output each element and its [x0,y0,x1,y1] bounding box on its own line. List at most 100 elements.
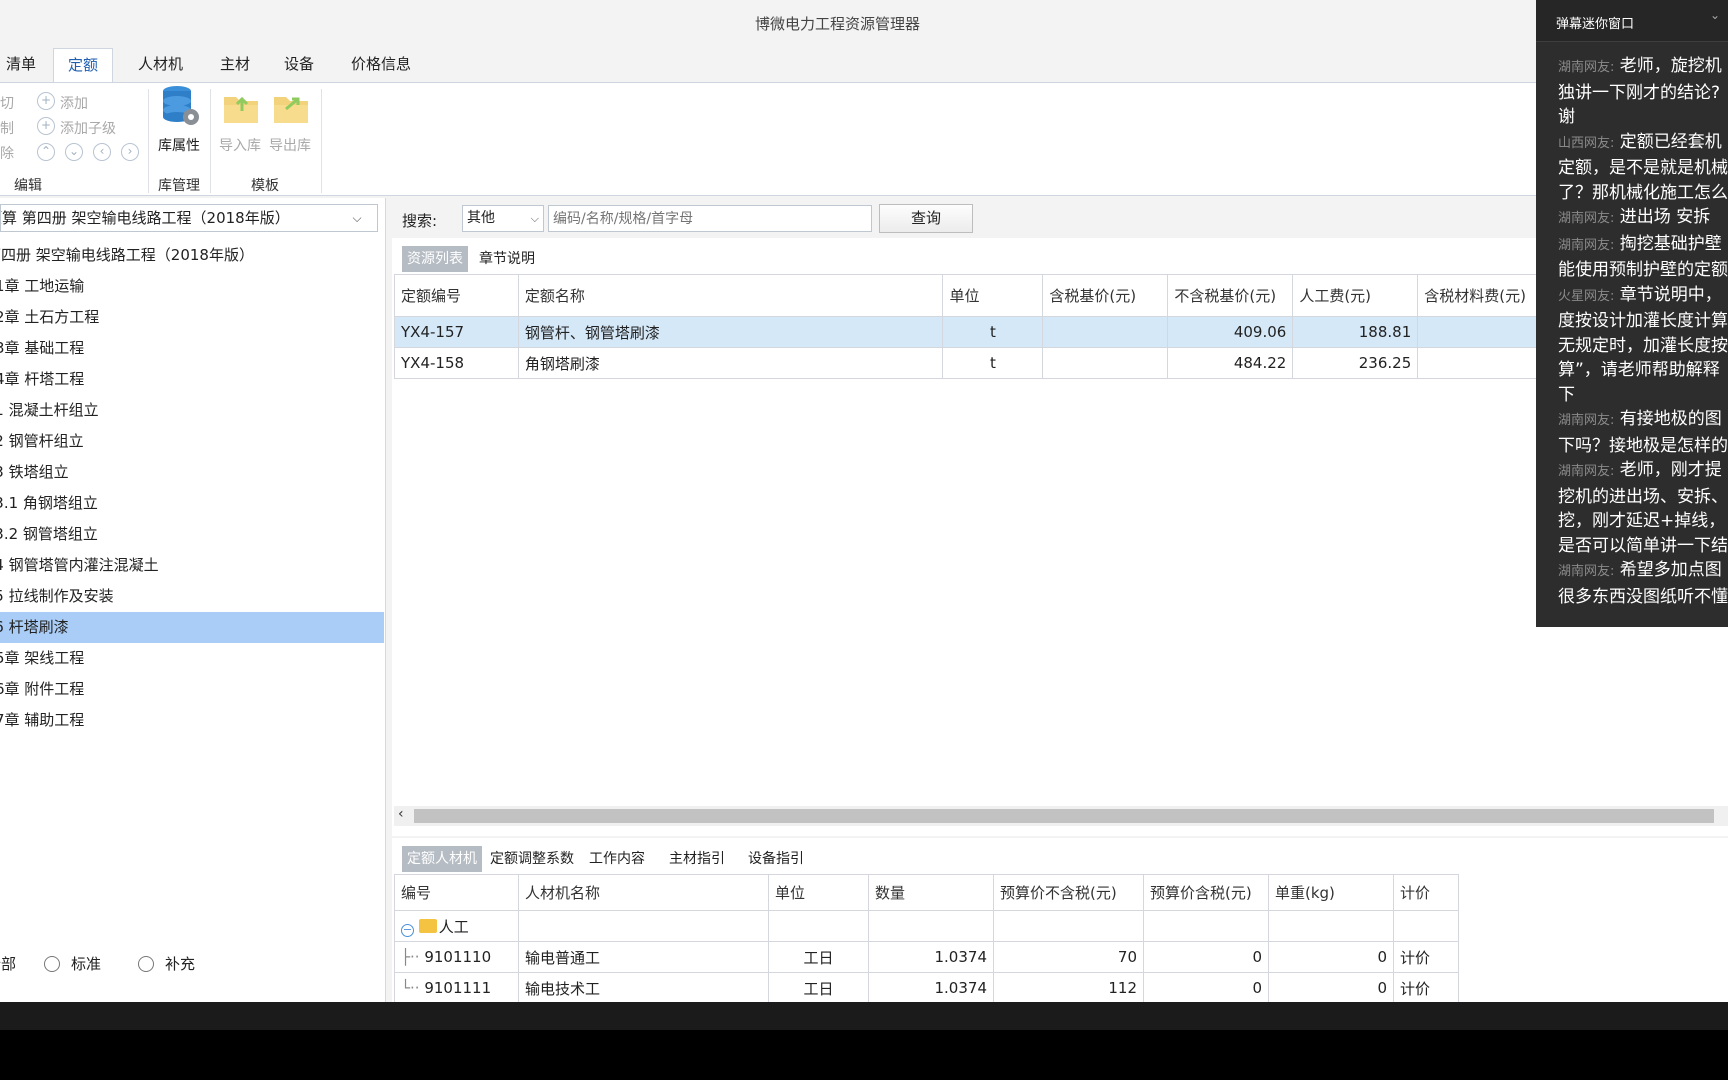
radio-supplement[interactable] [138,956,154,972]
move-right-icon[interactable]: › [121,143,139,161]
move-left-icon[interactable]: ‹ [93,143,111,161]
table-cell: t [942,347,1044,379]
column-header[interactable]: 编号 [394,874,519,911]
import-folder-icon[interactable] [222,89,262,125]
left-panel: 预算 第四册 架空输电线路工程（2018年版） ⌵ 第四册 架空输电线路工程（2… [0,198,386,1002]
tab-resource-list[interactable]: 资源列表 [402,246,468,272]
import-library-button[interactable]: 导入库 [219,135,261,155]
search-input[interactable] [548,205,872,232]
tree-item[interactable]: 第5章 架线工程 [0,643,384,674]
column-header[interactable]: 单位 [768,874,869,911]
chat-message: 湖南网友: 掏挖基础护壁 能使用预制护壁的定额 [1558,232,1728,283]
scroll-left-icon[interactable]: ‹ [398,806,404,822]
ribbon-tab-bar: 清单 定额 人材机 主材 设备 价格信息 [0,46,1728,82]
chat-line: 能使用预制护壁的定额 [1558,258,1728,283]
tree-item[interactable]: 4.4 钢管塔管内灌注混凝土 [0,550,384,581]
tree-item[interactable]: 第3章 基础工程 [0,333,384,364]
table-cell: 70 [993,941,1144,973]
tab-list[interactable]: 清单 [0,48,50,82]
tab-chapter-notes[interactable]: 章节说明 [474,246,540,272]
table-row[interactable]: └·· 9101111 输电技术工 工日 1.0374 112 0 0 计价 [394,972,1459,1002]
column-header[interactable]: 人工费(元) [1292,274,1419,317]
column-header[interactable]: 计价 [1393,874,1459,911]
group-label-edit: 编辑 [14,178,42,194]
table-cell: YX4-158 [394,347,519,379]
column-header[interactable]: 定额编号 [394,274,519,317]
column-header[interactable]: 数量 [868,874,994,911]
tree-item[interactable]: 第四册 架空输电线路工程（2018年版） [0,240,384,271]
column-header[interactable]: 定额名称 [517,274,944,317]
chat-text: 有接地极的图 [1619,409,1722,429]
tree-item[interactable]: 4.2 钢管杆组立 [0,426,384,457]
move-down-icon[interactable]: ⌄ [65,143,83,161]
tab-price-info[interactable]: 价格信息 [337,48,425,82]
tree-item[interactable]: 4.3.2 钢管塔组立 [0,519,384,550]
tab-labor-material-machine[interactable]: 人材机 [124,48,197,82]
table-row[interactable]: YX4-157 钢管杆、钢管塔刷漆 t 409.06 188.81 [394,316,1728,348]
delete-button[interactable]: 删除 [0,143,14,163]
group-row[interactable]: − 人工 [394,910,1459,942]
tree-item[interactable]: 4.1 混凝土杆组立 [0,395,384,426]
column-header[interactable]: 预算价含税(元) [1143,874,1269,911]
move-up-icon[interactable]: ⌃ [37,143,55,161]
table-cell: 钢管杆、钢管塔刷漆 [517,316,944,348]
tree-item[interactable]: 4.5 拉线制作及安装 [0,581,384,612]
copy-button[interactable]: 复制 [0,118,14,138]
scrollbar-thumb[interactable] [414,809,1714,823]
tree-item[interactable]: 4.6 杆塔刷漆 [0,612,384,643]
tab-equipment-guide[interactable]: 设备指引 [743,846,809,872]
column-header[interactable]: 单位 [942,274,1044,317]
tab-work-content[interactable]: 工作内容 [584,846,650,872]
tree-item[interactable]: 4.3 铁塔组立 [0,457,384,488]
table-cell [1042,347,1169,379]
chat-author: 湖南网友: [1558,564,1615,579]
column-header[interactable]: 单重(kg) [1268,874,1394,911]
query-button[interactable]: 查询 [879,204,973,233]
tab-adjust-coefficient[interactable]: 定额调整系数 [485,846,579,872]
column-header[interactable]: 预算价不含税(元) [993,874,1144,911]
tab-quota[interactable]: 定额 [53,48,114,82]
database-settings-icon[interactable] [160,83,200,125]
chat-message: 湖南网友: 希望多加点图 很多东西没图纸听不懂 [1558,558,1728,609]
chat-line: 火星网友: 章节说明中， [1558,283,1728,310]
table-row[interactable]: ├·· 9101110 输电普通工 工日 1.0374 70 0 0 计价 [394,941,1459,973]
tab-quota-resources[interactable]: 定额人材机 [402,846,482,872]
cut-button[interactable]: 剪切 [0,93,14,113]
chat-text: 下 [1558,384,1575,405]
chat-message: 湖南网友: 老师，旋挖机 独讲一下刚才的结论? 谢 [1558,54,1728,130]
chat-author: 火星网友: [1558,288,1615,304]
radio-standard[interactable] [44,956,60,972]
column-header[interactable]: 人材机名称 [518,874,769,911]
tree-item[interactable]: 第6章 附件工程 [0,674,384,705]
tab-equipment[interactable]: 设备 [270,48,328,82]
add-child-button[interactable]: 添加子级 [60,118,116,138]
minimize-icon[interactable]: ⌄ [1710,8,1720,22]
tree-item[interactable]: 第4章 杆塔工程 [0,364,384,395]
tree-item[interactable]: 第1章 工地运输 [0,271,384,302]
add-button[interactable]: 添加 [60,93,88,113]
tree-item[interactable]: 第7章 辅助工程 [0,705,384,736]
horizontal-scrollbar[interactable]: ‹ [394,806,1728,826]
chat-message: 湖南网友: 进出场 安拆 [1558,205,1728,232]
tree-item[interactable]: 第2章 土石方工程 [0,302,384,333]
library-select[interactable]: 预算 第四册 架空输电线路工程（2018年版） ⌵ [0,204,378,232]
collapse-icon[interactable]: − [401,923,414,937]
table-cell: 计价 [1393,941,1459,973]
export-library-button[interactable]: 导出库 [269,135,311,155]
export-folder-icon[interactable] [272,89,312,125]
library-properties-button[interactable]: 库属性 [158,135,200,155]
chat-line: 湖南网友: 进出场 安拆 [1558,205,1728,232]
search-label: 搜索: [402,212,438,230]
ribbon-divider [148,89,149,193]
column-header[interactable]: 不含税基价(元) [1167,274,1294,317]
table-row[interactable]: YX4-158 角钢塔刷漆 t 484.22 236.25 [394,347,1728,379]
tree-item[interactable]: 4.3.1 角钢塔组立 [0,488,384,519]
radio-all-label[interactable]: 全部 [0,953,16,974]
column-header[interactable]: 含税基价(元) [1042,274,1169,317]
chat-line: 湖南网友: 老师，旋挖机 [1558,54,1728,81]
search-type-select[interactable]: 其他 ⌵ [462,205,544,232]
table-cell: 角钢塔刷漆 [517,347,944,379]
tab-main-material-guide[interactable]: 主材指引 [664,846,730,872]
danmaku-mini-window: 弹幕迷你窗口 ⌄ 湖南网友: 老师，旋挖机 独讲一下刚才的结论? 谢山西网友: 定额… [1536,0,1728,627]
tab-main-material[interactable]: 主材 [206,48,264,82]
